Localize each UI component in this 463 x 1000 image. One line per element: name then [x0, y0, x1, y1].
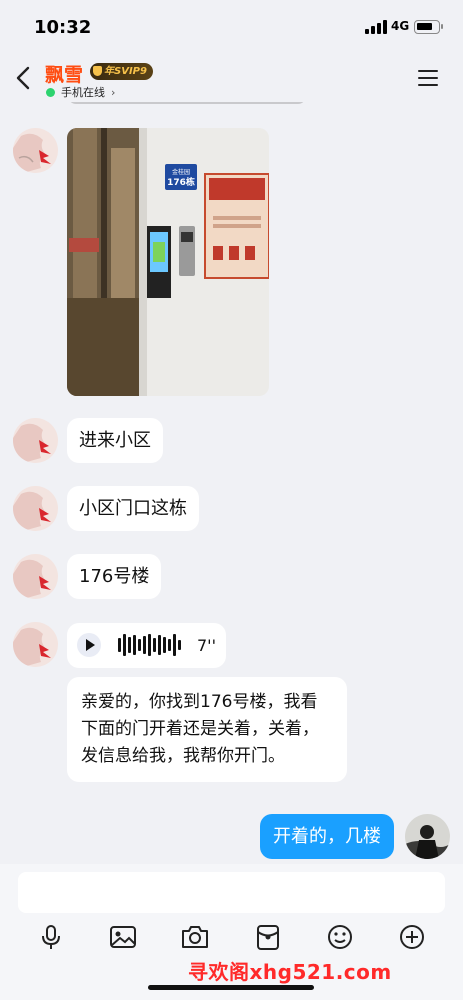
vip-badge: 年SVIP9 [90, 63, 153, 80]
message-input[interactable] [18, 872, 445, 913]
chevron-right-icon: › [111, 85, 116, 99]
sign-top-text: 金桂园 [172, 168, 190, 176]
online-status-label: 手机在线 [61, 86, 105, 99]
voice-message[interactable]: 7'' [67, 623, 226, 668]
status-bar: 10:32 4G [0, 0, 463, 52]
contact-avatar[interactable] [13, 128, 58, 173]
image-icon[interactable] [109, 923, 137, 951]
online-dot-icon [46, 87, 55, 97]
contact-name[interactable]: 飘雪 [45, 60, 83, 87]
my-avatar[interactable] [405, 814, 450, 859]
chat-header: 飘雪 年SVIP9 手机在线 › [0, 52, 463, 102]
camera-icon[interactable] [181, 923, 209, 951]
contact-avatar[interactable] [13, 418, 58, 463]
message-bubble[interactable]: 进来小区 [67, 418, 163, 463]
home-indicator[interactable] [148, 985, 314, 990]
network-label: 4G [391, 19, 410, 33]
previous-message-edge [68, 102, 306, 104]
signal-icon [365, 20, 387, 34]
play-icon[interactable] [77, 633, 101, 657]
microphone-icon[interactable] [37, 923, 65, 951]
message-bubble[interactable]: 小区门口这栋 [67, 486, 199, 531]
watermark-text: 寻欢阁xhg521.com [188, 960, 392, 984]
back-arrow-icon[interactable] [14, 65, 34, 91]
building-photo[interactable]: 金桂园 176栋 [67, 128, 269, 396]
sent-message-bubble[interactable]: 开着的，几楼 [260, 814, 394, 859]
message-list[interactable]: 金桂园 176栋 进来小区 小区门口这栋 176号楼 7'' 亲爱的，你找到17… [0, 102, 463, 864]
status-time: 10:32 [34, 17, 92, 38]
sign-number-text: 176栋 [167, 176, 195, 188]
battery-icon [414, 20, 443, 34]
online-status[interactable]: 手机在线 › [46, 84, 115, 100]
plus-icon[interactable] [398, 923, 426, 951]
contact-avatar[interactable] [13, 554, 58, 599]
voice-waveform [118, 634, 188, 656]
menu-icon[interactable] [418, 70, 438, 86]
message-bubble[interactable]: 亲爱的，你找到176号楼，我看下面的门开着还是关着，关着，发信息给我，我帮你开门… [67, 677, 347, 782]
message-bubble[interactable]: 176号楼 [67, 554, 162, 599]
contact-avatar[interactable] [13, 622, 58, 667]
contact-avatar[interactable] [13, 486, 58, 531]
emoji-icon[interactable] [326, 923, 354, 951]
voice-duration: 7'' [197, 636, 216, 655]
red-packet-icon[interactable] [254, 923, 282, 951]
